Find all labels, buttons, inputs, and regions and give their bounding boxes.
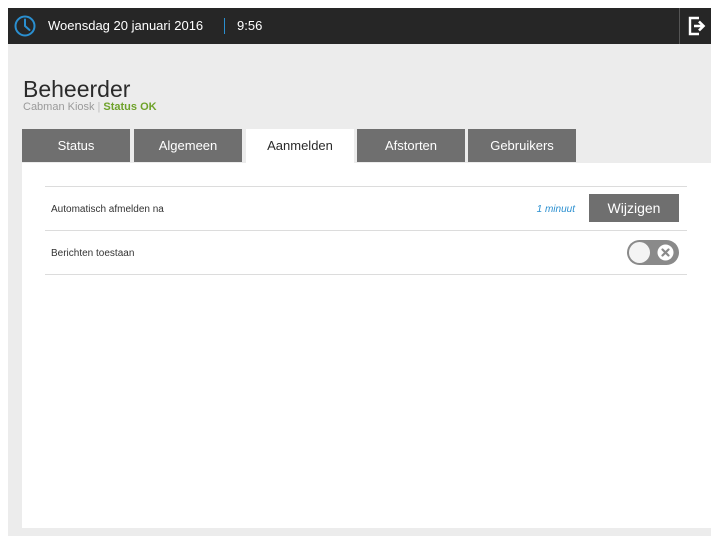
auto-logout-value: 1 minuut [536,204,575,215]
top-bar: Woensdag 20 januari 2016 9:56 [8,8,711,44]
settings-panel: Automatisch afmelden na 1 minuut Wijzige… [22,163,711,528]
setting-row-messages: Berichten toestaan [45,230,687,275]
close-icon [657,244,674,261]
tab-afstorten[interactable]: Afstorten [357,129,465,162]
header-date: Woensdag 20 januari 2016 [48,18,204,33]
status-separator: | [97,101,101,113]
auto-logout-label: Automatisch afmelden na [51,204,164,215]
logout-button[interactable] [679,8,711,44]
toggle-knob [629,242,650,263]
tab-algemeen[interactable]: Algemeen [134,129,242,162]
setting-row-auto-logout: Automatisch afmelden na 1 minuut Wijzige… [45,186,687,231]
device-status-line: Cabman Kiosk | Status OK [23,101,157,113]
status-badge: Status OK [103,101,157,113]
logout-icon [688,16,706,36]
messages-label: Berichten toestaan [51,248,135,259]
header-divider [224,18,225,34]
messages-toggle[interactable] [627,240,679,265]
clock-icon [14,15,36,37]
app-window: Woensdag 20 januari 2016 9:56 Beheerder … [8,8,711,536]
change-button[interactable]: Wijzigen [589,194,679,222]
header-time: 9:56 [237,18,263,33]
page-title: Beheerder [23,76,131,102]
tab-status[interactable]: Status [22,129,130,162]
device-name: Cabman Kiosk [23,101,95,113]
tab-gebruikers[interactable]: Gebruikers [468,129,576,162]
settings-divider [45,274,687,275]
